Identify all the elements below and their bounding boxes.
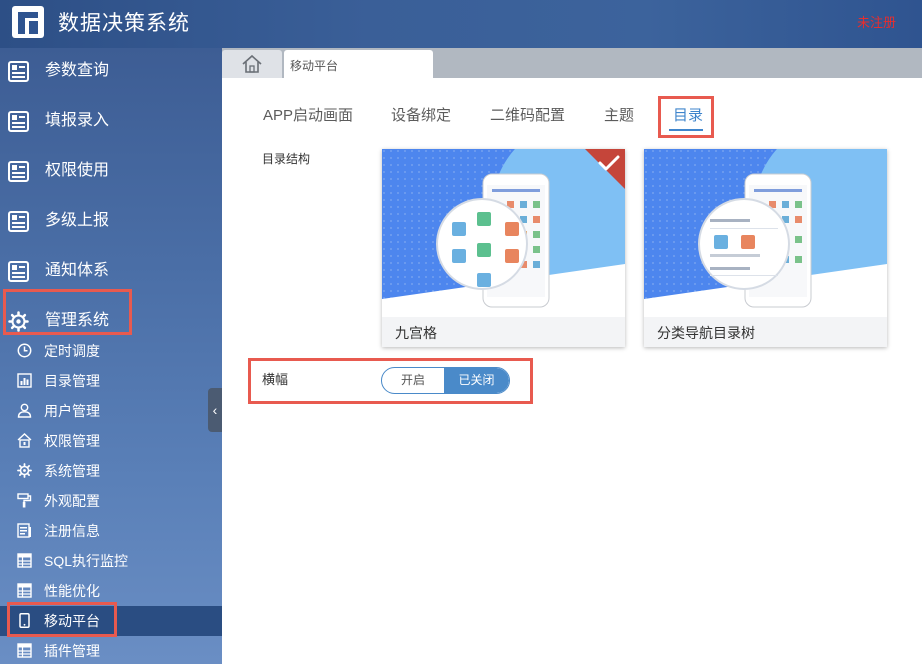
sidebar-item-label: 移动平台 <box>44 613 100 629</box>
structure-label: 目录结构 <box>262 152 311 166</box>
sidebar-item-system-management[interactable]: 系统管理 <box>0 456 222 486</box>
tab-qr-config[interactable]: 二维码配置 <box>490 104 565 125</box>
table-icon <box>17 643 32 658</box>
tab-mobile-platform[interactable]: 移动平台 <box>284 50 433 78</box>
sidebar-item-appearance-config[interactable]: 外观配置 <box>0 486 222 516</box>
sidebar-item-permission-usage[interactable]: 权限使用 <box>0 148 222 198</box>
sidebar-item-label: SQL执行监控 <box>44 553 129 569</box>
check-icon <box>598 155 620 171</box>
home-icon <box>242 54 262 73</box>
sidebar-item-label: 用户管理 <box>44 403 100 419</box>
gear-icon <box>8 311 29 332</box>
card-label: 九宫格 <box>395 325 437 341</box>
tab-app-launch-screen[interactable]: APP启动画面 <box>263 104 353 125</box>
sidebar-item-sql-monitor[interactable]: SQL执行监控 <box>0 546 222 576</box>
sidebar-item-registration-info[interactable]: 注册信息 <box>0 516 222 546</box>
tab-theme[interactable]: 主题 <box>604 104 634 125</box>
app-header: 数据决策系统 未注册 <box>0 0 922 48</box>
table-icon <box>17 583 32 598</box>
sidebar-item-permission-management[interactable]: 权限管理 <box>0 426 222 456</box>
sidebar: 参数查询 填报录入 权限使用 多级上报 通知体系 管理系统 定时调度 目录管理 … <box>0 48 222 664</box>
sidebar-item-label: 填报录入 <box>45 112 110 129</box>
tab-home[interactable] <box>222 50 282 78</box>
table-icon <box>17 553 32 568</box>
mobile-icon <box>19 613 30 628</box>
clock-icon <box>17 343 32 358</box>
report-icon <box>8 161 29 182</box>
banner-toggle[interactable]: 开启 已关闭 <box>381 367 510 394</box>
active-tab-indicator <box>669 129 703 131</box>
sidebar-item-label: 权限使用 <box>45 162 110 179</box>
sidebar-item-plugin-management[interactable]: 插件管理 <box>0 636 222 664</box>
register-icon <box>17 523 31 538</box>
app-title: 数据决策系统 <box>58 12 190 35</box>
sidebar-item-label: 注册信息 <box>44 523 100 539</box>
sidebar-item-user-management[interactable]: 用户管理 <box>0 396 222 426</box>
sidebar-item-label: 参数查询 <box>45 62 110 79</box>
report-icon <box>8 111 29 132</box>
tab-strip: 移动平台 <box>222 48 922 78</box>
tab-catalog[interactable]: 目录 <box>673 104 703 125</box>
sidebar-item-multilevel-report[interactable]: 多级上报 <box>0 198 222 248</box>
sidebar-item-label: 多级上报 <box>45 212 110 229</box>
gear-icon <box>17 463 32 478</box>
grid-layout-preview <box>382 149 625 317</box>
sidebar-item-label: 管理系统 <box>45 312 110 329</box>
sidebar-item-param-query[interactable]: 参数查询 <box>0 48 222 98</box>
tab-device-binding[interactable]: 设备绑定 <box>391 104 451 125</box>
sidebar-item-label: 性能优化 <box>44 583 100 599</box>
card-caption: 九宫格 <box>382 317 625 347</box>
catalog-icon <box>17 373 32 388</box>
banner-toggle-off[interactable]: 已关闭 <box>444 368 509 393</box>
sidebar-item-catalog-management[interactable]: 目录管理 <box>0 366 222 396</box>
sidebar-item-label: 通知体系 <box>45 262 110 279</box>
registration-status[interactable]: 未注册 <box>857 12 896 31</box>
sidebar-item-label: 系统管理 <box>44 463 100 479</box>
user-icon <box>17 403 32 418</box>
report-icon <box>8 61 29 82</box>
sidebar-item-label: 权限管理 <box>44 433 100 449</box>
report-icon <box>8 211 29 232</box>
report-icon <box>8 261 29 282</box>
lock-icon <box>17 433 32 448</box>
banner-toggle-on[interactable]: 开启 <box>382 368 444 393</box>
sidebar-item-label: 外观配置 <box>44 493 100 509</box>
card-label: 分类导航目录树 <box>657 325 755 341</box>
logo <box>12 6 44 38</box>
card-caption: 分类导航目录树 <box>644 317 887 347</box>
tab-label: 移动平台 <box>290 59 339 73</box>
sidebar-item-notification[interactable]: 通知体系 <box>0 248 222 298</box>
tree-layout-preview <box>644 149 887 317</box>
sidebar-collapse-button[interactable]: ‹ <box>208 388 222 432</box>
sidebar-item-label: 插件管理 <box>44 643 100 659</box>
sidebar-item-label: 定时调度 <box>44 343 100 359</box>
main-content: APP启动画面 设备绑定 二维码配置 主题 目录 目录结构 九宫格 分类导航目录… <box>222 78 922 664</box>
paint-roller-icon <box>17 493 32 508</box>
sidebar-item-data-entry[interactable]: 填报录入 <box>0 98 222 148</box>
sidebar-item-performance[interactable]: 性能优化 <box>0 576 222 606</box>
layout-option-grid[interactable]: 九宫格 <box>382 149 625 347</box>
layout-option-category-tree[interactable]: 分类导航目录树 <box>644 149 887 347</box>
sidebar-item-mobile-platform[interactable]: 移动平台 <box>0 606 222 636</box>
banner-label: 横幅 <box>262 372 289 387</box>
sidebar-item-label: 目录管理 <box>44 373 100 389</box>
sidebar-item-scheduled-tasks[interactable]: 定时调度 <box>0 336 222 366</box>
